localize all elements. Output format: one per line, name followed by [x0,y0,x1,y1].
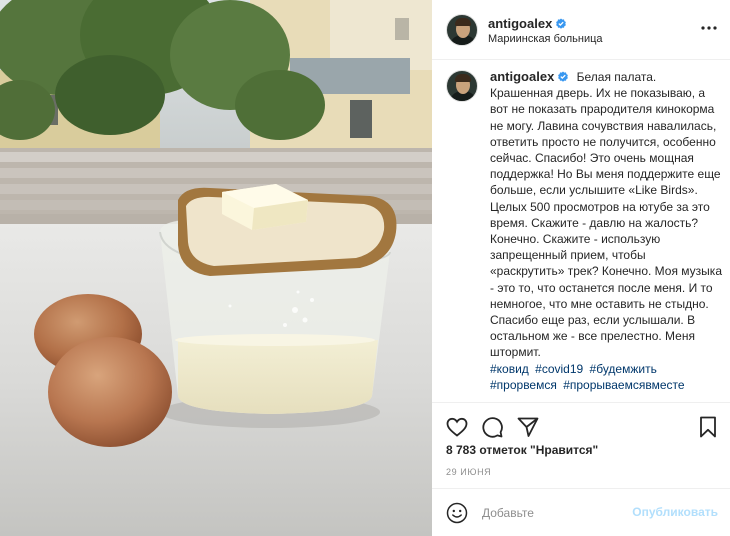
caption-avatar[interactable] [446,70,478,102]
smiley-icon[interactable] [446,502,468,524]
more-options-icon[interactable] [700,20,718,34]
comment-input[interactable] [482,503,622,523]
comment-bar: Опубликовать [432,488,730,536]
heart-icon[interactable] [445,415,469,439]
verified-badge-icon [558,71,569,82]
paper-plane-icon[interactable] [516,415,540,439]
likes-count[interactable]: 8 783 отметок "Нравится" [446,443,598,457]
username-text[interactable]: antigoalex [488,16,552,31]
caption: antigoalex Белая палата. Крашенная дверь… [490,69,722,393]
post-date[interactable]: 29 июня [446,467,491,477]
instagram-post: antigoalex Мариинская больница antigoale… [0,0,730,536]
hashtag-link[interactable]: #covid19 [535,362,583,376]
hashtag-link[interactable]: #прорвемся [490,378,557,392]
hashtag-link[interactable]: #ковид [490,362,529,376]
comment-bubble-icon[interactable] [480,415,504,439]
caption-username-text[interactable]: antigoalex [490,69,554,84]
avatar[interactable] [446,14,478,46]
username-link[interactable]: antigoalex [488,16,567,31]
caption-area[interactable]: antigoalex Белая палата. Крашенная дверь… [432,61,730,401]
hashtag-link[interactable]: #будемжить [590,362,657,376]
post-header: antigoalex Мариинская больница [432,0,730,60]
location-link[interactable]: Мариинская больница [488,33,603,45]
caption-body: Белая палата. Крашенная дверь. Их не пок… [490,70,722,360]
hospital-breakfast-photo [0,0,432,536]
verified-badge-icon [556,18,567,29]
bookmark-icon[interactable] [696,415,720,439]
post-photo[interactable] [0,0,432,536]
caption-username[interactable]: antigoalex [490,69,569,84]
hashtag-link[interactable]: #прорываемсявместе [563,378,684,392]
publish-button[interactable]: Опубликовать [632,505,718,519]
action-bar [432,402,730,446]
hashtag-list: #ковид #covid19 #будемжить #прорвемся #п… [490,361,722,393]
post-details-panel: antigoalex Мариинская больница antigoale… [432,0,730,536]
